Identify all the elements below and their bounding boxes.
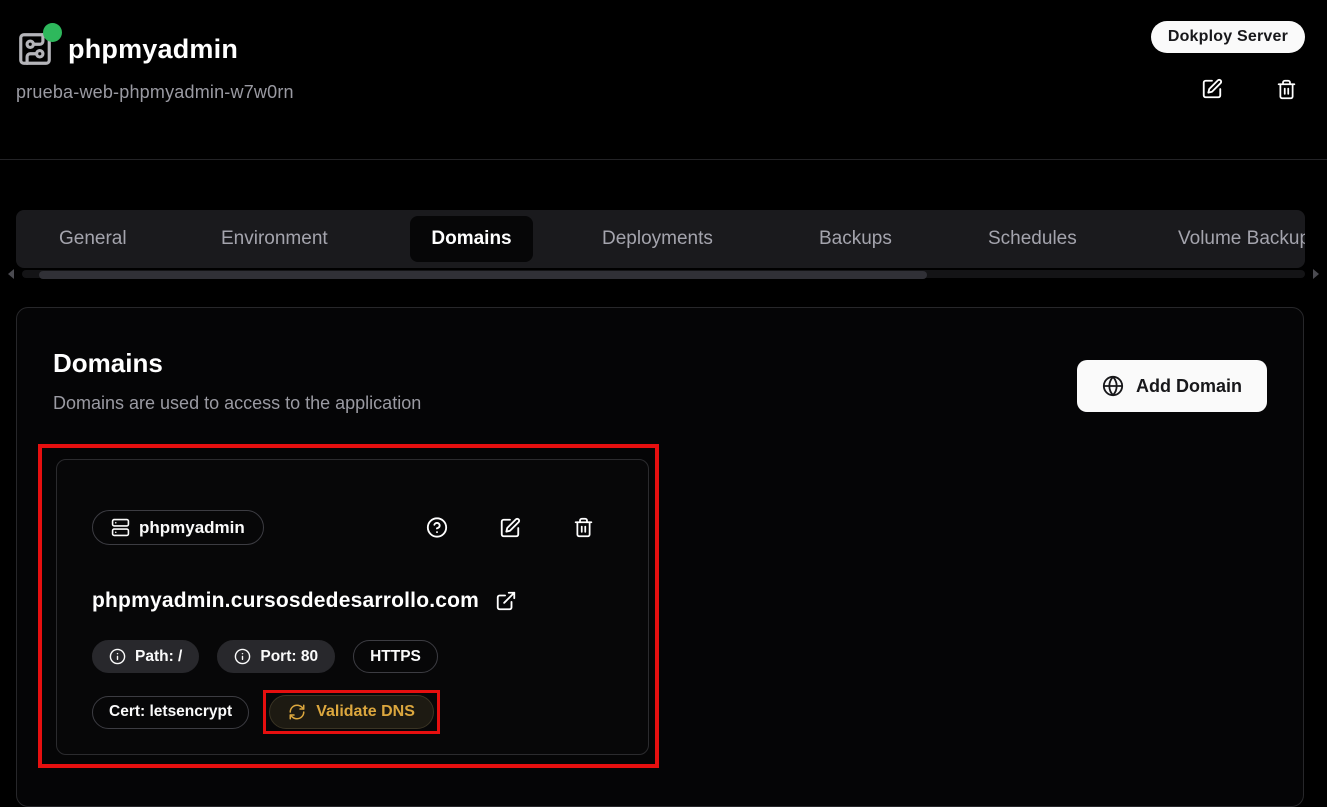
tab-domains[interactable]: Domains	[410, 216, 533, 262]
status-dot-running	[43, 23, 62, 42]
help-circle-icon	[426, 516, 448, 539]
refresh-cw-icon	[288, 703, 306, 721]
validate-dns-annotation: Validate DNS	[263, 690, 440, 734]
path-chip: Path: /	[92, 640, 199, 673]
trash-icon	[573, 517, 594, 538]
trash-icon	[1276, 79, 1297, 100]
info-icon	[234, 648, 251, 665]
header-actions	[1201, 78, 1297, 100]
add-domain-button[interactable]: Add Domain	[1077, 360, 1267, 412]
domain-delete-button[interactable]	[572, 517, 594, 539]
tabs-horizontal-scrollbar[interactable]	[8, 269, 1319, 279]
domain-card: phpmyadmin phpmyadmin.cursosdedesarrollo…	[56, 459, 649, 755]
server-icon	[111, 518, 130, 537]
validate-dns-button[interactable]: Validate DNS	[269, 695, 434, 729]
scroll-left-arrow-icon[interactable]	[8, 269, 14, 279]
page-title: phpmyadmin	[68, 34, 238, 65]
tab-volume-backups[interactable]: Volume Backups	[1157, 216, 1305, 262]
tab-environment[interactable]: Environment	[200, 216, 349, 262]
add-domain-label: Add Domain	[1136, 376, 1242, 397]
external-link-icon[interactable]	[495, 590, 517, 612]
scroll-right-arrow-icon[interactable]	[1313, 269, 1319, 279]
edit-app-button[interactable]	[1201, 78, 1223, 100]
scrollbar-thumb[interactable]	[39, 271, 927, 279]
square-pen-icon	[499, 517, 521, 539]
cert-chip-label: Cert: letsencrypt	[109, 703, 232, 721]
delete-app-button[interactable]	[1275, 78, 1297, 100]
server-badge: Dokploy Server	[1151, 21, 1305, 53]
https-chip: HTTPS	[353, 640, 438, 673]
page: phpmyadmin prueba-web-phpmyadmin-w7w0rn …	[0, 0, 1327, 788]
scrollbar-track[interactable]	[22, 270, 1305, 278]
service-chip: phpmyadmin	[92, 510, 264, 545]
cert-chip: Cert: letsencrypt	[92, 696, 249, 729]
app-slug: prueba-web-phpmyadmin-w7w0rn	[16, 82, 294, 103]
domains-section-title: Domains	[53, 348, 163, 379]
app-identity: phpmyadmin prueba-web-phpmyadmin-w7w0rn	[16, 30, 294, 103]
globe-icon	[1102, 375, 1124, 397]
info-icon	[109, 648, 126, 665]
port-chip-label: Port: 80	[260, 648, 318, 666]
domains-section-subtitle: Domains are used to access to the applic…	[53, 393, 421, 414]
app-icon-wrap	[16, 30, 54, 68]
tab-deployments[interactable]: Deployments	[581, 216, 734, 262]
domain-edit-button[interactable]	[499, 517, 521, 539]
tab-bar: General Environment Domains Deployments …	[16, 210, 1305, 268]
port-chip: Port: 80	[217, 640, 335, 673]
square-pen-icon	[1201, 78, 1223, 100]
tab-schedules[interactable]: Schedules	[967, 216, 1098, 262]
app-header: phpmyadmin prueba-web-phpmyadmin-w7w0rn …	[0, 0, 1327, 160]
domain-host-link[interactable]: phpmyadmin.cursosdedesarrollo.com	[92, 589, 479, 613]
tab-backups[interactable]: Backups	[798, 216, 913, 262]
service-chip-label: phpmyadmin	[139, 518, 245, 538]
https-chip-label: HTTPS	[370, 648, 421, 666]
tab-general[interactable]: General	[38, 216, 148, 262]
path-chip-label: Path: /	[135, 648, 182, 666]
validate-dns-label: Validate DNS	[316, 703, 415, 721]
domains-panel: Domains Domains are used to access to th…	[16, 307, 1304, 807]
domain-help-button[interactable]	[426, 517, 448, 539]
